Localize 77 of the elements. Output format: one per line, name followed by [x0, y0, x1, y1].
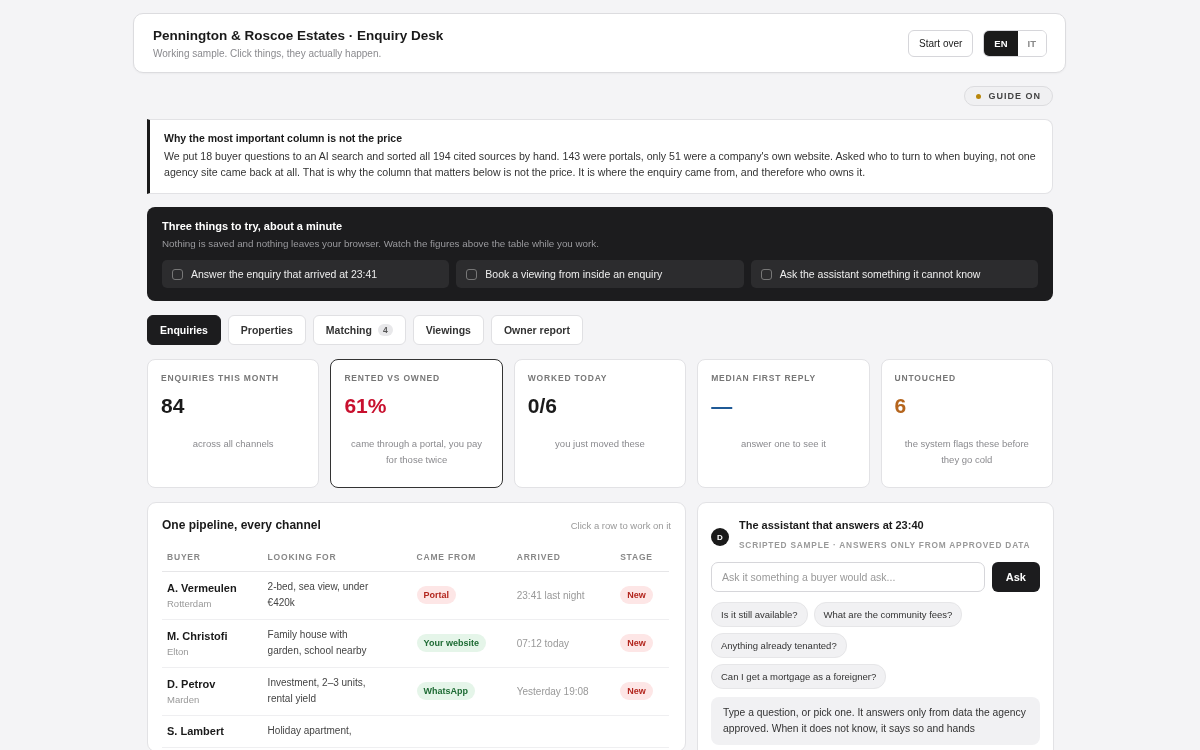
suggestion-chip[interactable]: Anything already tenanted?: [711, 633, 847, 658]
tab[interactable]: Properties: [227, 315, 306, 345]
avatar-icon: D: [711, 528, 729, 546]
ask-button[interactable]: Ask: [991, 562, 1040, 592]
note-text: We put 18 buyer questions to an AI search and sorted all 194 cited sources by hand. 143 were portals, only 51 were a company's own website. Asked who to turn to when buying, not one agency site came back at all. That is why the column that matters below is not the price. It is where the enquiry came from, and therefore who owns it.: [164, 149, 1037, 180]
stat-label: MEDIAN FIRST REPLY: [711, 373, 817, 383]
stat-note: answer one to see it: [739, 437, 827, 451]
buyer-name: S. Lambert: [167, 725, 225, 737]
stat-value: 61%: [344, 394, 388, 419]
stat-label: RENTED VS OWNED: [344, 373, 441, 383]
suggestion-chip[interactable]: Is it still available?: [711, 602, 808, 627]
column-header: STAGE: [615, 546, 669, 572]
arrived-time: 07:12 today: [516, 637, 569, 649]
buyer-name: A. Vermeulen: [167, 581, 238, 594]
column-header: BUYER: [162, 546, 263, 572]
section-title: One pipeline, every channel: [162, 518, 321, 532]
arrived-time: 23:41 last night: [516, 589, 585, 601]
tab[interactable]: Owner report: [490, 315, 583, 345]
task-item[interactable]: Answer the enquiry that arrived at 23:41: [162, 260, 450, 288]
panel-subtitle: Nothing is saved and nothing leaves your browser. Watch the figures above the table while you work.: [162, 238, 600, 249]
arrived-time: Yesterday 19:08: [516, 685, 589, 697]
task-item[interactable]: Book a viewing from inside an enquiry: [456, 260, 744, 288]
start-over-button[interactable]: Start over: [908, 30, 974, 57]
stat-note: across all channels: [191, 437, 275, 451]
stat-value: —: [711, 394, 734, 419]
buyer-location: Elton: [167, 645, 190, 657]
looking-for-text: Holiday apartment,: [267, 724, 353, 738]
column-header: LOOKING FOR: [262, 546, 412, 572]
guide-toggle[interactable]: GUIDE ON: [964, 86, 1053, 106]
table-row[interactable]: D. Petrov Marden Investment, 2–3 units, rental yield WhatsApp Yesterday 19:08 New: [162, 667, 669, 716]
stage-tag: New: [620, 586, 653, 604]
note-title: Why the most important column is not the price: [164, 132, 403, 144]
stat-label: WORKED TODAY: [527, 373, 609, 383]
stat-note: came through a portal, you pay for those twice: [350, 437, 484, 467]
tab[interactable]: Viewings: [412, 315, 484, 345]
assistant-message: Type a question, or pick one. It answers only from data the agency approved. When it does not know, it says so and hands: [711, 697, 1040, 745]
source-tag: WhatsApp: [416, 682, 476, 700]
table-row[interactable]: S. Lambert Holiday apartment,: [162, 715, 669, 748]
stat-note: you just moved these: [554, 437, 646, 451]
table-row[interactable]: M. Christofi Elton Family house with garden, school nearby Your website 07:12 today New: [162, 619, 669, 668]
stage-tag: New: [620, 634, 653, 652]
checkbox[interactable]: [760, 268, 772, 280]
source-tag: Portal: [416, 586, 457, 604]
column-header: ARRIVED: [511, 546, 616, 572]
checkbox[interactable]: [466, 268, 478, 280]
column-header: CAME FROM: [411, 546, 512, 572]
checkbox[interactable]: [172, 268, 183, 280]
stat-label: ENQUIRIES THIS MONTH: [161, 373, 280, 383]
stat-value: 6: [894, 394, 908, 419]
stat-value: 84: [161, 394, 186, 419]
question-field[interactable]: Ask it something a buyer would ask...: [711, 562, 985, 592]
app-title: Pennington & Roscoe Estates · Enquiry Desk: [153, 28, 444, 43]
panel-title: Three things to try, about a minute: [162, 220, 344, 232]
stat-note: the system flags these before they go cold: [903, 437, 1030, 467]
table-row[interactable]: A. Vermeulen Rotterdam 2-bed, sea view, under €420k Portal 23:41 last night New: [162, 571, 669, 620]
tab[interactable]: Enquiries: [147, 315, 221, 345]
count-badge: 4: [377, 324, 393, 336]
looking-for-text: 2-bed, sea view, under €420k: [267, 580, 370, 610]
task-item[interactable]: Ask the assistant something it cannot know: [750, 260, 1038, 288]
buyer-location: Marden: [167, 693, 201, 705]
looking-for-text: Family house with garden, school nearby: [267, 628, 368, 658]
hint-text: Click a row to work on it: [570, 519, 671, 531]
assistant-title: The assistant that answers at 23:40: [739, 519, 925, 531]
assistant-subtitle: SCRIPTED SAMPLE · ANSWERS ONLY FROM APPROVED DATA: [739, 540, 1031, 550]
stat-value: 0/6: [527, 394, 558, 419]
stage-tag: New: [620, 682, 653, 700]
app-subtitle: Working sample. Click things, they actually happen.: [153, 48, 383, 59]
language-option[interactable]: EN: [984, 31, 1018, 56]
suggestion-chip[interactable]: What are the community fees?: [813, 602, 963, 627]
looking-for-text: Investment, 2–3 units, rental yield: [267, 676, 367, 706]
buyer-name: M. Christofi: [167, 629, 229, 642]
buyer-name: D. Petrov: [167, 677, 217, 690]
source-tag: Your website: [416, 634, 486, 652]
stat-label: UNTOUCHED: [894, 373, 957, 383]
tab[interactable]: Matching 4: [312, 315, 406, 345]
buyer-location: Rotterdam: [167, 597, 213, 609]
suggestion-chip[interactable]: Can I get a mortgage as a foreigner?: [711, 664, 887, 689]
